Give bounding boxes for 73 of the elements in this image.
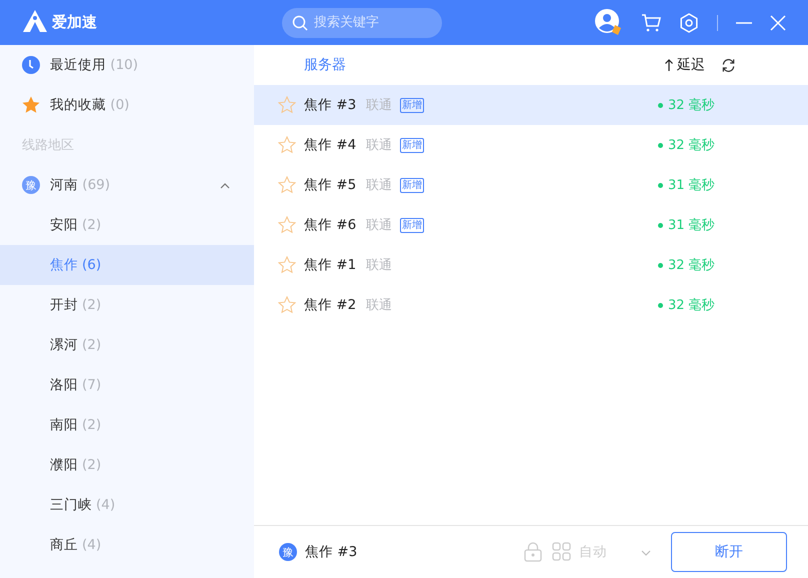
sidebar-item[interactable]: 最近使用 (10) — [50, 56, 138, 74]
latency-value: 31 毫秒 — [668, 217, 715, 234]
status-dot — [658, 102, 663, 108]
server-row[interactable]: 焦作 #4 联通 新增 32 毫秒 — [254, 125, 808, 165]
settings-icon[interactable] — [679, 12, 699, 32]
star-icon[interactable] — [278, 176, 296, 194]
sort-arrow-icon — [665, 59, 673, 71]
server-name: 焦作 #6 — [304, 216, 354, 234]
isp-label: 联通 — [366, 177, 392, 194]
server-name: 焦作 #4 — [304, 136, 354, 154]
city-item[interactable]: 洛阳 (7) — [0, 365, 254, 405]
latency-value: 32 毫秒 — [668, 137, 715, 154]
chevron-down-icon[interactable] — [641, 550, 651, 556]
status-dot — [658, 222, 663, 228]
close-icon[interactable] — [770, 14, 786, 30]
city-item[interactable]: 商丘 (4) — [0, 525, 254, 565]
status-dot — [658, 262, 663, 268]
star-icon[interactable] — [278, 216, 296, 234]
city-item[interactable]: 南阳 (2) — [0, 405, 254, 445]
region-badge: 豫 — [22, 176, 40, 194]
isp-label: 联通 — [366, 137, 392, 154]
city-item[interactable]: 濮阳 (2) — [0, 445, 254, 485]
chevron-icon[interactable] — [220, 183, 230, 189]
server-row[interactable]: 焦作 #2 联通 32 毫秒 — [254, 285, 808, 325]
isp-label: 联通 — [366, 257, 392, 274]
server-name: 焦作 #5 — [304, 176, 354, 194]
refresh-icon[interactable] — [721, 58, 736, 72]
column-header[interactable]: 延迟 — [677, 56, 705, 74]
star-icon[interactable] — [278, 136, 296, 154]
server-name: 焦作 #1 — [304, 256, 354, 274]
region-item[interactable]: 河南 (69) — [50, 176, 110, 194]
logo-icon — [22, 8, 48, 32]
new-tag: 新增 — [400, 138, 424, 152]
isp-label: 联通 — [366, 97, 392, 114]
latency-value: 32 毫秒 — [668, 97, 715, 114]
server-row[interactable]: 焦作 #6 联通 新增 31 毫秒 — [254, 205, 808, 245]
star-icon[interactable] — [278, 96, 296, 114]
server-row[interactable]: 焦作 #3 联通 新增 32 毫秒 — [254, 85, 808, 125]
latency-value: 31 毫秒 — [668, 177, 715, 194]
status-dot — [658, 302, 663, 308]
server-row[interactable]: 焦作 #5 联通 新增 31 毫秒 — [254, 165, 808, 205]
city-item[interactable]: 三门峡 (4) — [0, 485, 254, 525]
status-dot — [658, 142, 663, 148]
latency-value: 32 毫秒 — [668, 257, 715, 274]
app-name: 爱加速 — [52, 13, 97, 32]
search-icon — [292, 14, 308, 30]
star-icon — [22, 96, 40, 114]
server-row[interactable]: 焦作 #1 联通 32 毫秒 — [254, 245, 808, 285]
current-server: 焦作 #3 — [305, 543, 358, 561]
minimize-icon[interactable] — [736, 22, 752, 24]
latency-value: 32 毫秒 — [668, 297, 715, 314]
avatar-icon[interactable] — [595, 8, 623, 36]
column-header[interactable]: 服务器 — [304, 56, 346, 74]
isp-label: 联通 — [366, 297, 392, 314]
star-icon[interactable] — [278, 256, 296, 274]
city-item[interactable]: 安阳 (2) — [0, 205, 254, 245]
disconnect-button[interactable]: 断开 — [671, 532, 787, 572]
clock-icon — [22, 56, 40, 74]
server-name: 焦作 #2 — [304, 296, 354, 314]
region-badge: 豫 — [279, 543, 297, 561]
sidebar-item[interactable]: 我的收藏 (0) — [50, 96, 130, 114]
new-tag: 新增 — [400, 98, 424, 112]
star-icon[interactable] — [278, 296, 296, 314]
status-dot — [658, 182, 663, 188]
city-item[interactable]: 漯河 (2) — [0, 325, 254, 365]
isp-label: 联通 — [366, 217, 392, 234]
new-tag: 新增 — [400, 178, 424, 192]
server-name: 焦作 #3 — [304, 96, 354, 114]
lock-icon[interactable] — [524, 542, 542, 562]
new-tag: 新增 — [400, 218, 424, 232]
grid-icon[interactable] — [552, 542, 571, 561]
cart-icon[interactable] — [641, 14, 661, 32]
city-item[interactable]: 开封 (2) — [0, 285, 254, 325]
